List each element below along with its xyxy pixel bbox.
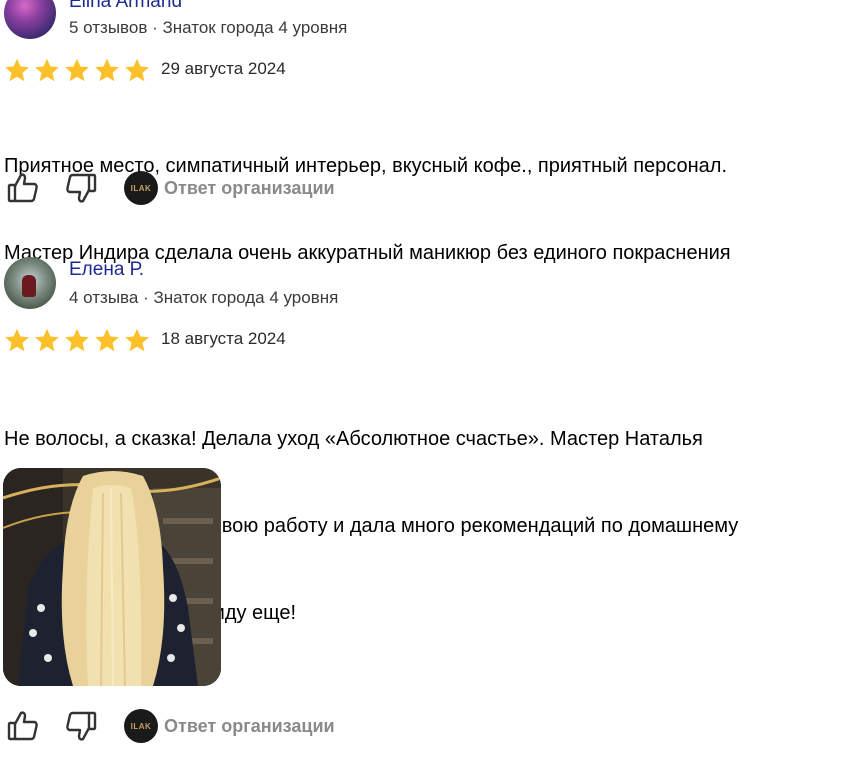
org-reply-button[interactable]: ILAK Ответ организации — [124, 709, 335, 743]
star-icon — [35, 328, 59, 352]
thumbs-up-icon[interactable] — [6, 709, 40, 743]
star-icon — [125, 58, 149, 82]
org-reply-button[interactable]: ILAK Ответ организации — [124, 171, 335, 205]
avatar-figure — [22, 275, 36, 297]
review-actions: ILAK Ответ организации — [6, 709, 406, 745]
review-text-line: Не волосы, а сказка! Делала уход «Абсолю… — [4, 428, 703, 450]
star-icon — [95, 328, 119, 352]
star-icon — [65, 328, 89, 352]
org-logo: ILAK — [124, 709, 158, 743]
review-photo[interactable] — [3, 468, 221, 686]
star-icon — [5, 58, 29, 82]
thumbs-down-icon[interactable] — [64, 171, 98, 205]
review-date: 18 августа 2024 — [161, 329, 286, 348]
org-logo: ILAK — [124, 171, 158, 205]
star-icon — [95, 58, 119, 82]
org-reply-label: Ответ организации — [164, 177, 335, 198]
star-icon — [65, 58, 89, 82]
avatar[interactable] — [4, 257, 56, 309]
author-name[interactable]: Elina Armand — [69, 0, 182, 13]
avatar[interactable] — [4, 0, 56, 39]
thumbs-down-icon[interactable] — [64, 709, 98, 743]
review-date: 29 августа 2024 — [161, 59, 286, 78]
author-meta: 5 отзывов · Знаток города 4 уровня — [69, 18, 348, 37]
star-icon — [35, 58, 59, 82]
star-icon — [125, 328, 149, 352]
author-name[interactable]: Елена Р. — [69, 259, 144, 281]
rating-stars — [3, 57, 151, 84]
review-actions: ILAK Ответ организации — [6, 171, 406, 207]
author-meta: 4 отзыва · Знаток города 4 уровня — [69, 288, 339, 307]
rating-stars — [3, 327, 151, 354]
star-icon — [5, 328, 29, 352]
review-photo-image — [3, 468, 221, 686]
org-reply-label: Ответ организации — [164, 715, 335, 736]
thumbs-up-icon[interactable] — [6, 171, 40, 205]
